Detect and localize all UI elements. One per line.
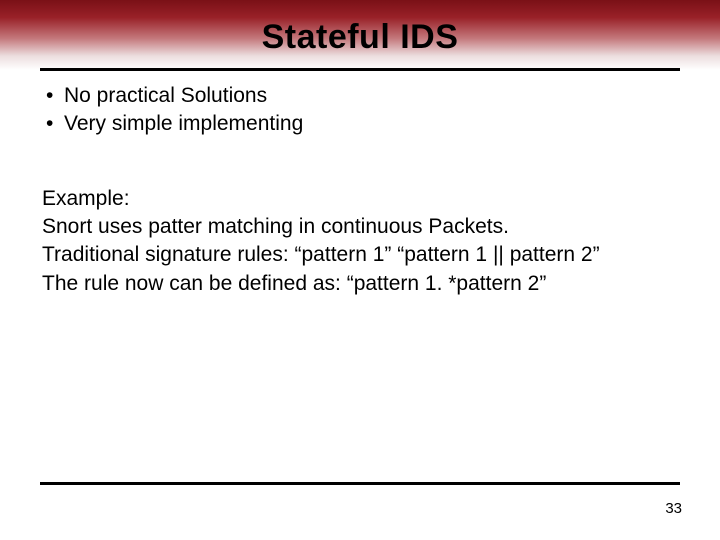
list-item: No practical Solutions — [64, 82, 682, 110]
page-title: Stateful IDS — [0, 18, 720, 57]
page-number: 33 — [665, 500, 682, 517]
body-line: The rule now can be defined as: “pattern… — [42, 270, 682, 298]
list-item: Very simple implementing — [64, 110, 682, 138]
body-line: Traditional signature rules: “pattern 1”… — [42, 241, 682, 269]
body-line: Snort uses patter matching in continuous… — [42, 213, 682, 241]
example-block: Example: Snort uses patter matching in c… — [42, 185, 682, 298]
example-heading: Example: — [42, 185, 682, 213]
title-underline — [40, 68, 680, 71]
bullet-list: No practical Solutions Very simple imple… — [42, 82, 682, 139]
footer-rule — [40, 482, 680, 485]
content-area: No practical Solutions Very simple imple… — [42, 82, 682, 298]
